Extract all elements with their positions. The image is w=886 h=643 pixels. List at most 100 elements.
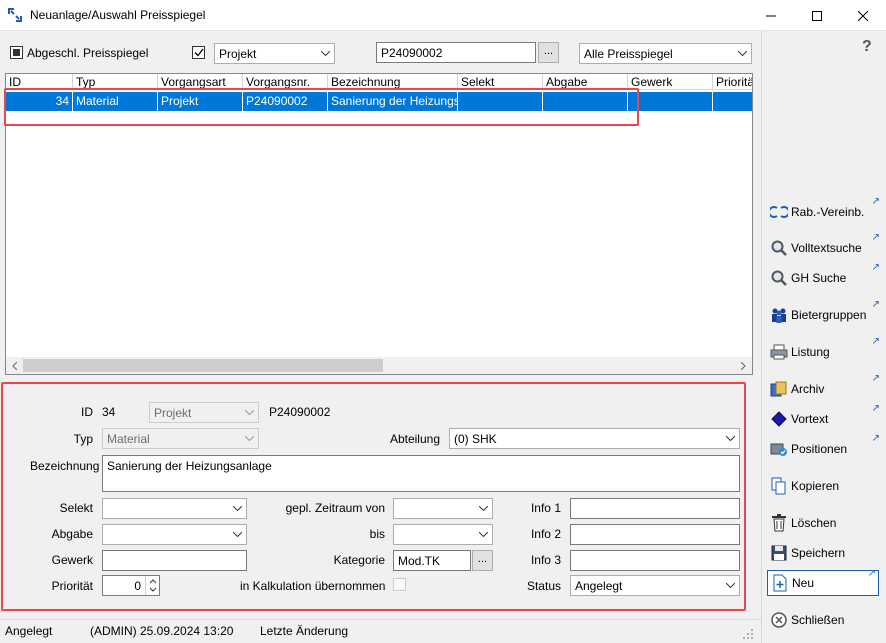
abgabe-combo[interactable] (102, 524, 247, 545)
bezeichnung-field[interactable]: Sanierung der Heizungsanlage (102, 455, 740, 492)
filter-combo-value: Alle Preisspiegel (584, 46, 673, 61)
volltextsuche-button[interactable]: Volltextsuche ↗ (770, 232, 882, 261)
typ-value: Material (107, 431, 150, 446)
archiv-button[interactable]: Archiv ↗ (770, 373, 882, 402)
chevron-down-icon (475, 499, 492, 518)
kalkulation-label: in Kalkulation übernommen (240, 579, 386, 593)
window-title: Neuanlage/Auswahl Preisspiegel (30, 8, 206, 22)
info3-field[interactable] (570, 550, 740, 571)
scroll-thumb[interactable] (23, 359, 383, 372)
title-bar: Neuanlage/Auswahl Preisspiegel (0, 0, 886, 31)
gewerk-field[interactable] (102, 550, 247, 571)
sidebar-item-label: Positionen (791, 442, 848, 456)
copy-icon (770, 477, 788, 495)
help-icon[interactable]: ? (862, 38, 872, 56)
arrow-out-icon: ↗ (867, 568, 876, 579)
arrow-out-icon: ↗ (871, 403, 880, 414)
rab-vereinb-button[interactable]: Rab.-Vereinb. ↗ (770, 196, 882, 225)
vorgangsnr-value: P24090002 (269, 405, 331, 419)
selekt-label: Selekt (59, 501, 93, 515)
zeitraum-von-combo[interactable] (393, 498, 493, 519)
closed-checkbox-label: Abgeschl. Preisspiegel (27, 46, 149, 60)
kategorie-dots-button[interactable]: ... (472, 550, 493, 571)
abteilung-combo[interactable]: (0) SHK (449, 428, 740, 449)
sidebar-item-label: Bietergruppen (791, 308, 867, 322)
bezeichnung-label: Bezeichnung (30, 459, 100, 473)
sidebar-item-label: Speichern (791, 546, 846, 560)
action-sidebar: ? Rab.-Vereinb. ↗ Volltextsuche ↗ GH Suc… (761, 31, 886, 643)
arrow-out-icon: ↗ (871, 196, 880, 207)
kategorie-field[interactable]: Mod.TK (393, 550, 471, 571)
kategorie-label: Kategorie (333, 553, 385, 567)
status-bar: Angelegt (ADMIN) 25.09.2024 13:20 Letzte… (0, 619, 761, 643)
kalkulation-checkbox (393, 578, 406, 591)
schliessen-button[interactable]: Schließen (770, 607, 882, 633)
vortext-button[interactable]: Vortext ↗ (770, 403, 882, 432)
loeschen-button[interactable]: Löschen (770, 510, 882, 536)
magnifier-icon (770, 269, 788, 287)
app-icon (8, 8, 22, 22)
bis-combo[interactable] (393, 524, 493, 545)
sidebar-item-label: Neu (792, 576, 815, 590)
group-icon (770, 306, 788, 324)
arrow-out-icon: ↗ (871, 262, 880, 273)
chevron-down-icon (722, 429, 739, 448)
listung-button[interactable]: Listung ↗ (770, 336, 882, 365)
info1-label: Info 1 (530, 501, 561, 515)
close-button[interactable] (840, 0, 886, 31)
stepper-arrows-icon[interactable] (145, 576, 159, 595)
status-created: (ADMIN) 25.09.2024 13:20 (90, 624, 234, 638)
column-header-prioritaet[interactable]: Prioritä (713, 74, 752, 90)
sidebar-item-label: Kopieren (791, 479, 840, 493)
info1-field[interactable] (570, 498, 740, 519)
info2-field[interactable] (570, 524, 740, 545)
arrow-out-icon: ↗ (871, 433, 880, 444)
abteilung-label: Abteilung (389, 432, 440, 446)
type-filter-checkbox[interactable] (192, 46, 205, 59)
chevron-down-icon (734, 44, 751, 63)
magnifier-icon (770, 239, 788, 257)
status-combo[interactable]: Angelegt (570, 575, 740, 596)
abgabe-label: Abgabe (51, 527, 93, 541)
filter-combo[interactable]: Alle Preisspiegel (579, 43, 752, 64)
search-input[interactable]: P24090002 (376, 42, 536, 63)
id-label: ID (81, 405, 93, 419)
positionen-button[interactable]: Positionen ↗ (770, 433, 882, 462)
vorgangsart-value: Projekt (154, 405, 192, 420)
euro-icon (770, 203, 788, 221)
gewerk-label: Gewerk (51, 553, 93, 567)
close-circle-icon (770, 611, 788, 629)
sidebar-item-label: Listung (791, 345, 830, 359)
zeitraum-von-label: gepl. Zeitraum von (285, 501, 385, 515)
scroll-right-icon[interactable] (735, 357, 752, 374)
scroll-left-icon[interactable] (6, 357, 23, 374)
diamond-icon (770, 410, 788, 428)
new-icon (771, 574, 789, 592)
chevron-down-icon (475, 525, 492, 544)
bietergruppen-button[interactable]: Bietergruppen ↗ (770, 299, 882, 328)
typ-label: Typ (73, 432, 93, 446)
chevron-down-icon (229, 525, 246, 544)
status-value: Angelegt (575, 578, 623, 593)
arrow-out-icon: ↗ (871, 373, 880, 384)
neu-button[interactable]: Neu ↗ (767, 568, 879, 596)
row-highlight (4, 88, 639, 126)
type-combo[interactable]: Projekt (214, 43, 335, 64)
trash-icon (770, 514, 788, 532)
kopieren-button[interactable]: Kopieren (770, 473, 882, 499)
column-header-gewerk[interactable]: Gewerk (628, 74, 713, 90)
gh-suche-button[interactable]: GH Suche ↗ (770, 262, 882, 291)
resize-grip-icon[interactable] (742, 628, 754, 640)
search-dots-button[interactable]: ... (538, 42, 559, 63)
bis-label: bis (369, 527, 385, 541)
arrow-out-icon: ↗ (871, 232, 880, 243)
speichern-button[interactable]: Speichern (770, 540, 882, 566)
vorgangsart-combo: Projekt (149, 402, 259, 423)
closed-checkbox[interactable] (10, 46, 23, 59)
minimize-button[interactable] (748, 0, 794, 31)
maximize-button[interactable] (794, 0, 840, 31)
status-label: Status (526, 579, 561, 593)
horizontal-scrollbar[interactable] (6, 357, 752, 374)
selekt-combo[interactable] (102, 498, 247, 519)
prioritaet-label: Priorität (51, 579, 93, 593)
